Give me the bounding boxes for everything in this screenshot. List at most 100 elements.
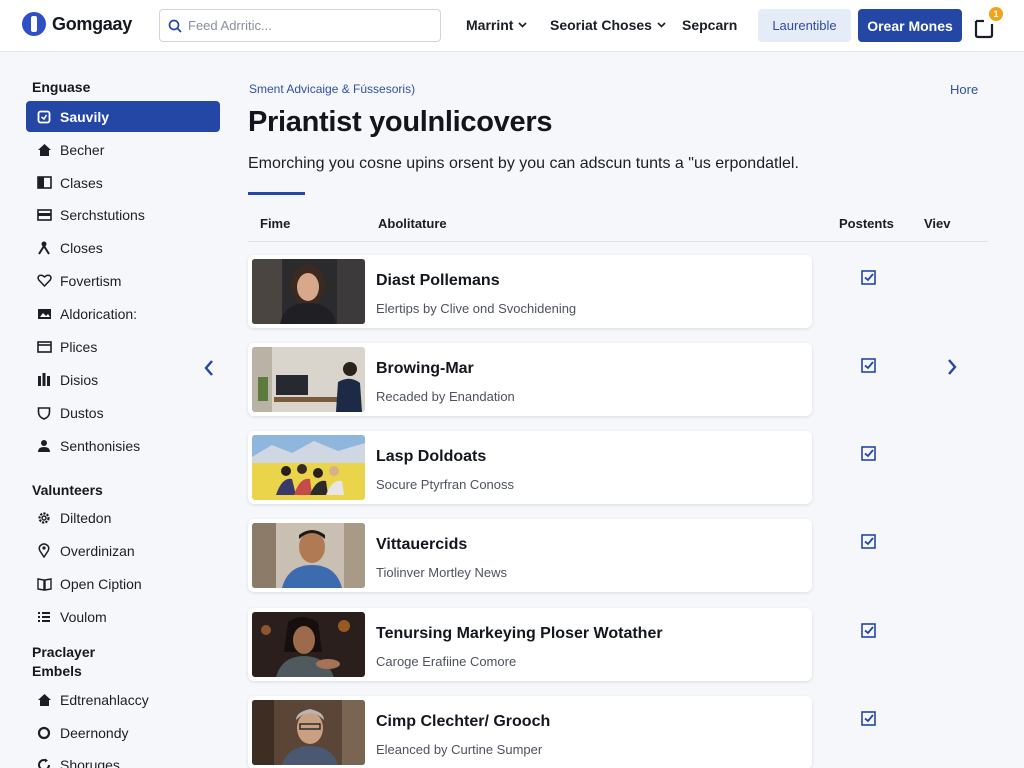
sidebar-item-closes[interactable]: Closes <box>26 232 220 263</box>
table-row[interactable]: Cimp Clechter/ Grooch Eleanced by Curtin… <box>248 696 812 768</box>
card-icon <box>36 207 52 223</box>
search-icon <box>168 19 182 33</box>
row-thumbnail <box>252 612 365 677</box>
main-content: Sment Advicaige & Fússesoris) Hore Prian… <box>204 52 1024 768</box>
search-box[interactable] <box>159 9 441 42</box>
row-thumbnail <box>252 700 365 765</box>
list-icon <box>36 609 52 625</box>
column-header-postents[interactable]: Postents <box>839 216 894 231</box>
chevron-right-icon <box>948 359 957 375</box>
book-icon <box>36 175 52 191</box>
column-header-fime[interactable]: Fime <box>260 216 290 231</box>
column-header-viev[interactable]: Viev <box>924 216 951 231</box>
checkbox-checked-icon[interactable] <box>860 533 878 551</box>
secondary-button[interactable]: Laurentible <box>758 9 851 42</box>
table-header: Fime Abolitature Postents Viev <box>248 212 988 242</box>
sidebar-item-overdinizan[interactable]: Overdinizan <box>26 535 220 566</box>
more-link[interactable]: Hore <box>950 82 978 97</box>
image-icon <box>36 306 52 322</box>
sidebar-item-fovertism[interactable]: Fovertism <box>26 265 220 296</box>
sidebar-section-title: Praclayer Embels <box>32 644 96 679</box>
nav-marrint[interactable]: Marrint <box>466 17 528 33</box>
row-title: Tenursing Markeying Ploser Wotather <box>376 625 663 642</box>
page-description: Emorching you cosne upins orsent by you … <box>248 155 799 172</box>
row-thumbnail <box>252 259 365 324</box>
sidebar-item-label: Clases <box>60 174 103 191</box>
sidebar-item-label: Sauvily <box>60 108 110 125</box>
sidebar-item-deernondy[interactable]: Deernondy <box>26 717 220 748</box>
table-row[interactable]: Diast Pollemans Elertips by Clive ond Sv… <box>248 255 812 328</box>
column-header-abolitature[interactable]: Abolitature <box>378 216 447 231</box>
bars-icon <box>36 372 52 388</box>
table-row[interactable]: Vittauercids Tiolinver Mortley News <box>248 519 812 592</box>
row-title: Browing-Mar <box>376 360 474 377</box>
widget-icon <box>36 109 52 125</box>
row-subtitle: Eleanced by Curtine Sumper <box>376 742 543 757</box>
brand-logo[interactable]: Gomgaay <box>22 12 132 36</box>
sidebar-item-voulom[interactable]: Voulom <box>26 601 220 632</box>
sidebar-item-plices[interactable]: Plices <box>26 331 220 362</box>
sidebar-item-label: Overdinizan <box>60 542 135 559</box>
sidebar-item-label: Voulom <box>60 608 107 625</box>
row-subtitle: Elertips by Clive ond Svochidening <box>376 301 577 316</box>
sidebar-item-label: Deernondy <box>60 724 129 741</box>
table-row[interactable]: Browing-Mar Recaded by Enandation <box>248 343 812 416</box>
sidebar-item-shoruges[interactable]: Shoruges <box>26 749 220 768</box>
primary-button[interactable]: Orear Mones <box>858 9 962 42</box>
sidebar-item-open-ciption[interactable]: Open Ciption <box>26 568 220 599</box>
nav-choses[interactable]: Seoriat Choses <box>550 17 666 33</box>
sidebar-item-clases[interactable]: Clases <box>26 167 220 198</box>
sidebar-item-label: Senthonisies <box>60 437 141 454</box>
sidebar-item-diltedon[interactable]: Diltedon <box>26 502 220 533</box>
checkbox-checked-icon[interactable] <box>860 269 878 287</box>
chevron-left-icon <box>204 360 213 376</box>
sidebar-item-serchstutions[interactable]: Serchstutions <box>26 199 220 230</box>
row-thumbnail <box>252 523 365 588</box>
sidebar-item-aldorication[interactable]: Aldorication: <box>26 298 220 329</box>
row-thumbnail <box>252 435 365 500</box>
nav-choses-label: Seoriat Choses <box>550 17 652 33</box>
row-thumbnail <box>252 347 365 412</box>
nav-sepcarn[interactable]: Sepcarn <box>682 17 737 33</box>
checkbox-checked-icon[interactable] <box>860 622 878 640</box>
table-row[interactable]: Lasp Doldoats Socure Ptyrfran Conoss <box>248 431 812 504</box>
sidebar: Enguase Sauvily Becher Clases Serchstuti… <box>0 52 236 768</box>
logo-icon <box>22 12 46 36</box>
sidebar-item-label: Dustos <box>60 404 104 421</box>
sidebar-item-label: Open Ciption <box>60 575 142 592</box>
checkbox-checked-icon[interactable] <box>860 710 878 728</box>
sidebar-item-label: Disios <box>60 371 99 388</box>
checkbox-checked-icon[interactable] <box>860 445 878 463</box>
sidebar-item-disios[interactable]: Disios <box>26 364 220 395</box>
sidebar-item-label: Closes <box>60 239 103 256</box>
checkbox-checked-icon[interactable] <box>860 357 878 375</box>
sidebar-item-label: Becher <box>60 141 105 158</box>
sidebar-item-senthonisies[interactable]: Senthonisies <box>26 430 220 461</box>
sidebar-item-becher[interactable]: Becher <box>26 134 220 165</box>
logo-text: Gomgaay <box>52 13 132 34</box>
row-subtitle: Recaded by Enandation <box>376 389 515 404</box>
top-bar: Gomgaay Marrint Seoriat Choses Sepcarn L… <box>0 0 1024 52</box>
calendar-icon <box>36 339 52 355</box>
sidebar-item-label: Plices <box>60 338 98 355</box>
row-title: Lasp Doldoats <box>376 448 487 465</box>
sidebar-item-edtrenahlaccy[interactable]: Edtrenahlaccy <box>26 684 220 715</box>
table-row[interactable]: Tenursing Markeying Ploser Wotather Caro… <box>248 608 812 681</box>
sidebar-item-dustos[interactable]: Dustos <box>26 397 220 428</box>
home-icon <box>36 692 52 708</box>
shield-icon <box>36 405 52 421</box>
person-icon <box>36 240 52 256</box>
row-title: Cimp Clechter/ Grooch <box>376 713 551 730</box>
sidebar-section-title: Valunteers <box>32 482 103 498</box>
sidebar-item-sauvily[interactable]: Sauvily <box>26 101 220 132</box>
search-input[interactable] <box>188 18 428 33</box>
chevron-down-icon <box>657 22 666 28</box>
title-underline <box>248 192 305 195</box>
previous-arrow[interactable] <box>199 356 219 380</box>
breadcrumb[interactable]: Sment Advicaige & Fússesoris) <box>249 82 415 96</box>
sidebar-item-label: Diltedon <box>60 509 112 526</box>
next-arrow[interactable] <box>942 355 962 379</box>
nav-marrint-label: Marrint <box>466 17 514 33</box>
row-subtitle: Caroge Erafiine Comore <box>376 654 517 669</box>
sidebar-section-title: Enguase <box>32 79 91 95</box>
